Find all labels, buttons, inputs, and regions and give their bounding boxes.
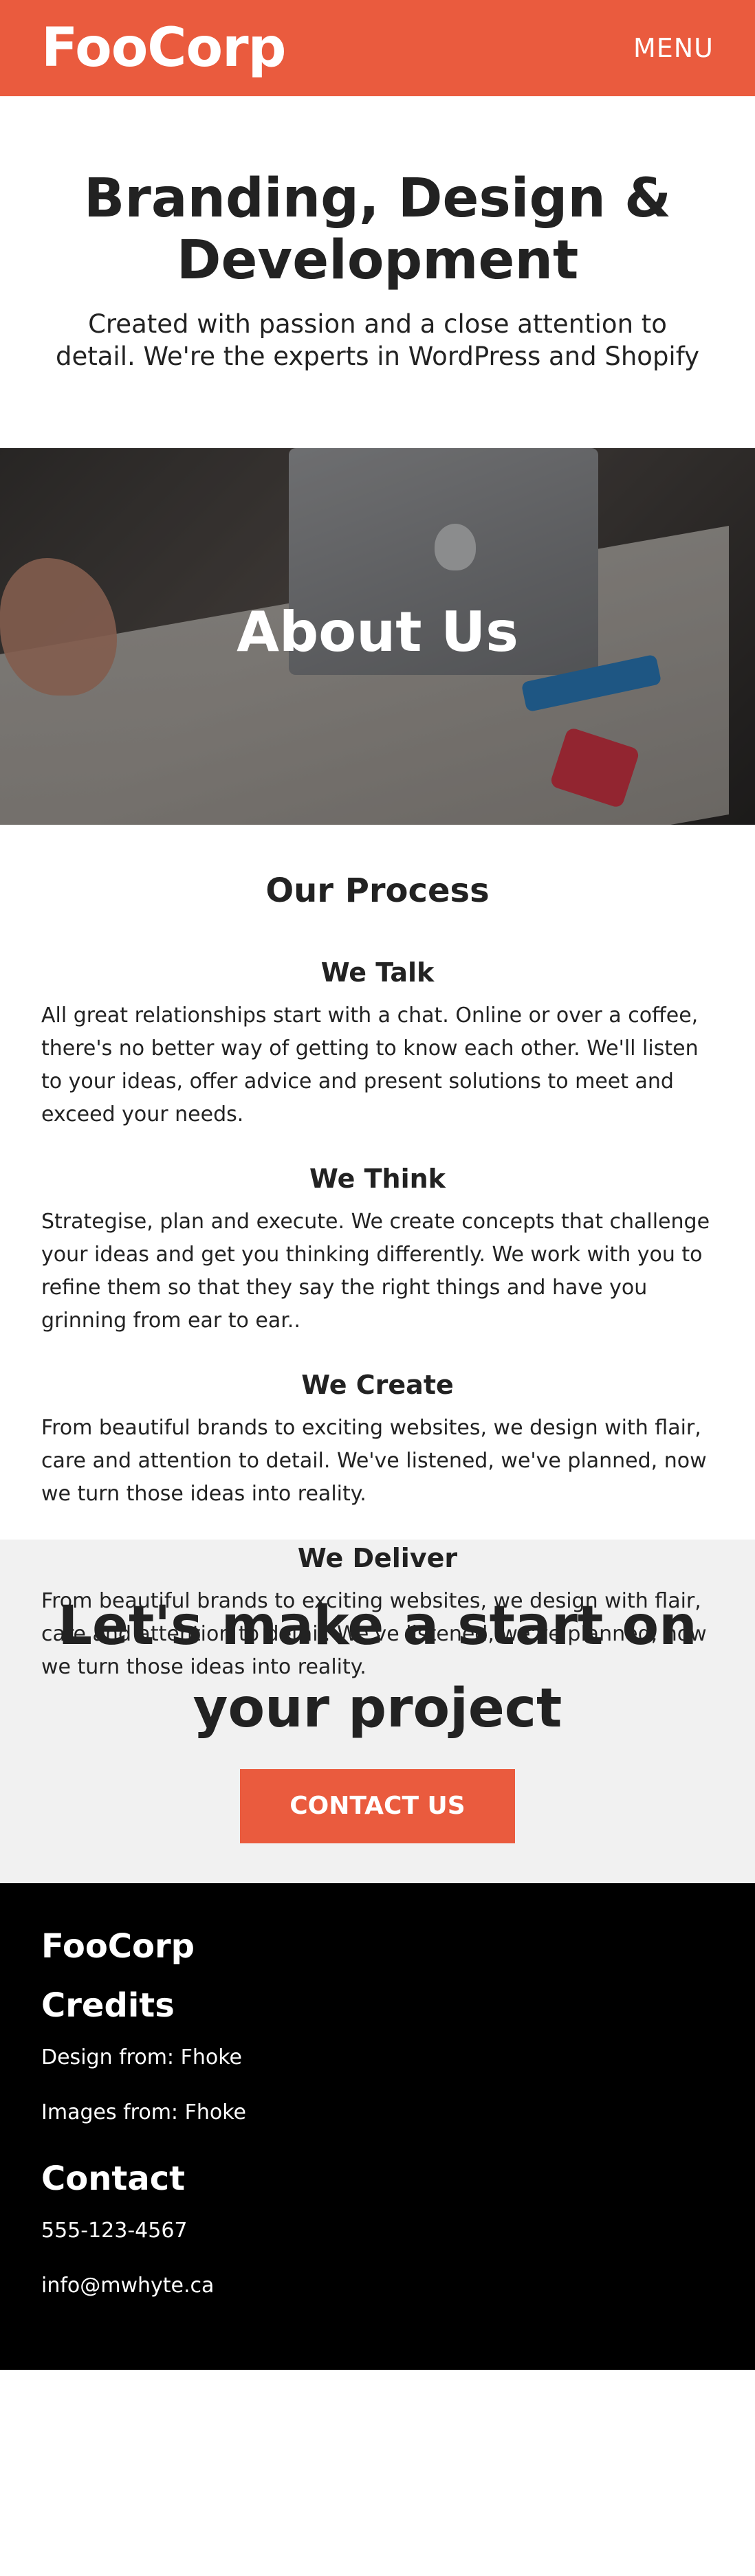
process-step-title: We Talk <box>320 957 435 988</box>
footer-credits-title: Credits <box>41 1986 175 2025</box>
footer-email[interactable]: info@mwhyte.ca <box>41 2272 714 2300</box>
about-banner: About Us <box>0 448 755 825</box>
process-step-think: We Think Strategise, plan and execute. W… <box>41 1162 714 1337</box>
menu-button[interactable]: MENU <box>633 33 714 63</box>
process-step-text: All great relationships start with a cha… <box>41 1003 699 1126</box>
hero-subtitle: Created with passion and a close attenti… <box>55 309 699 371</box>
process-step-create: We Create From beautiful brands to excit… <box>41 1368 714 1511</box>
process-step-text: From beautiful brands to exciting websit… <box>41 1416 707 1506</box>
footer-brand: FooCorp <box>41 1927 195 1966</box>
process-step-text: Strategise, plan and execute. We create … <box>41 1210 710 1333</box>
site-logo[interactable]: FooCorp <box>41 17 286 79</box>
contact-us-button[interactable]: CONTACT US <box>240 1769 515 1843</box>
process-section: Our Process We Talk All great relationsh… <box>0 825 755 1679</box>
site-header: FooCorp MENU <box>0 0 755 96</box>
hero-title: Branding, Design & Development <box>83 168 672 291</box>
cta-section: Let's make a start on your project CONTA… <box>0 1540 755 1883</box>
process-step-title: We Create <box>301 1370 454 1400</box>
footer-phone[interactable]: 555-123-4567 <box>41 2217 714 2245</box>
footer-contact-title: Contact <box>41 2159 186 2198</box>
footer-design-credit[interactable]: Design from: Fhoke <box>41 2044 714 2072</box>
hero-section: Branding, Design & Development Created w… <box>0 96 755 448</box>
footer-images-credit[interactable]: Images from: Fhoke <box>41 2099 714 2127</box>
about-title: About Us <box>237 600 518 664</box>
process-step-talk: We Talk All great relationships start wi… <box>41 955 714 1131</box>
site-footer: FooCorp Credits Design from: Fhoke Image… <box>0 1883 755 2370</box>
process-title: Our Process <box>265 871 490 910</box>
process-step-title: We Think <box>309 1164 446 1194</box>
